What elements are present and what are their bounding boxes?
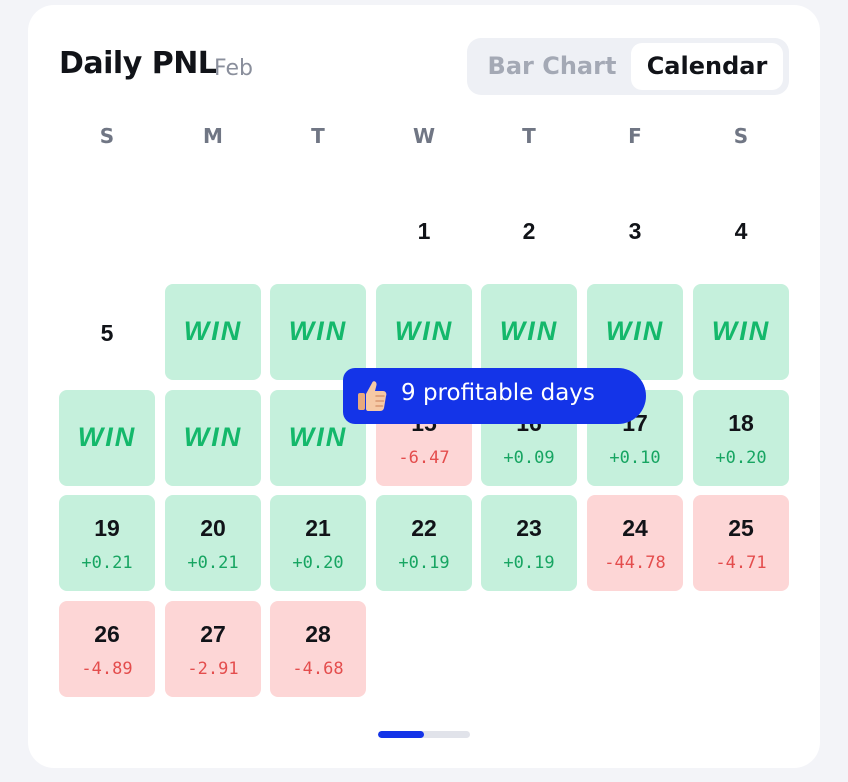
page-indicator-active bbox=[378, 731, 424, 738]
day-pnl-value: +0.10 bbox=[609, 448, 661, 468]
win-label: WIN bbox=[183, 422, 243, 452]
calendar-day-26[interactable]: 26 -4.89 bbox=[59, 601, 155, 697]
day-number: 18 bbox=[728, 410, 754, 436]
day-pnl-value: -44.78 bbox=[604, 553, 666, 573]
calendar-day-2[interactable]: 2 bbox=[481, 182, 577, 278]
calendar-day-4[interactable]: 4 bbox=[693, 182, 789, 278]
calendar-day-12[interactable]: WIN bbox=[59, 390, 155, 486]
weekday-label: T bbox=[522, 124, 536, 148]
calendar-day-11[interactable]: WIN bbox=[693, 284, 789, 380]
win-label: WIN bbox=[499, 316, 559, 346]
calendar-day-23[interactable]: 23 +0.19 bbox=[481, 495, 577, 591]
day-pnl-value: +0.21 bbox=[187, 553, 239, 573]
win-label: WIN bbox=[605, 316, 665, 346]
day-number: 19 bbox=[94, 515, 120, 541]
weekday-label: S bbox=[733, 124, 749, 148]
calendar-day-8[interactable]: WIN bbox=[376, 284, 472, 380]
day-number: 3 bbox=[628, 218, 642, 244]
calendar-day-3[interactable]: 3 bbox=[587, 182, 683, 278]
win-label: WIN bbox=[183, 316, 243, 346]
day-number: 26 bbox=[94, 621, 120, 647]
calendar-day-24[interactable]: 24 -44.78 bbox=[587, 495, 683, 591]
calendar-day-9[interactable]: WIN bbox=[481, 284, 577, 380]
weekday-label: F bbox=[628, 124, 642, 148]
day-number: 27 bbox=[200, 621, 226, 647]
weekday-label: W bbox=[412, 124, 436, 148]
profitable-days-tooltip: 9 profitable days bbox=[343, 368, 646, 424]
day-number: 24 bbox=[622, 515, 648, 541]
view-toggle: Bar Chart Calendar bbox=[467, 38, 789, 95]
day-pnl-value: +0.20 bbox=[715, 448, 767, 468]
calendar-day-25[interactable]: 25 -4.71 bbox=[693, 495, 789, 591]
calendar-day-6[interactable]: WIN bbox=[165, 284, 261, 380]
day-number: 28 bbox=[305, 621, 331, 647]
page-indicator[interactable] bbox=[378, 731, 470, 738]
day-pnl-value: -6.47 bbox=[398, 448, 450, 468]
day-number: 2 bbox=[522, 218, 536, 244]
calendar-day-1[interactable]: 1 bbox=[376, 182, 472, 278]
win-label: WIN bbox=[77, 422, 137, 452]
day-number: 5 bbox=[100, 320, 114, 346]
day-pnl-value: -4.68 bbox=[292, 659, 344, 679]
win-label: WIN bbox=[711, 316, 771, 346]
calendar-day-10[interactable]: WIN bbox=[587, 284, 683, 380]
day-pnl-value: +0.20 bbox=[292, 553, 344, 573]
calendar-day-27[interactable]: 27 -2.91 bbox=[165, 601, 261, 697]
calendar-day-22[interactable]: 22 +0.19 bbox=[376, 495, 472, 591]
bar-chart-tab[interactable]: Bar Chart bbox=[473, 43, 631, 90]
tooltip-text: 9 profitable days bbox=[401, 380, 595, 406]
day-number: 21 bbox=[305, 515, 331, 541]
weekday-label: S bbox=[99, 124, 115, 148]
calendar-tab[interactable]: Calendar bbox=[631, 43, 783, 90]
calendar-day-7[interactable]: WIN bbox=[270, 284, 366, 380]
win-label: WIN bbox=[288, 316, 348, 346]
day-number: 1 bbox=[417, 218, 431, 244]
day-number: 23 bbox=[516, 515, 542, 541]
calendar-day-20[interactable]: 20 +0.21 bbox=[165, 495, 261, 591]
weekday-label: T bbox=[311, 124, 325, 148]
calendar-day-21[interactable]: 21 +0.20 bbox=[270, 495, 366, 591]
day-number: 22 bbox=[411, 515, 437, 541]
thumbs-up-icon bbox=[358, 381, 387, 411]
day-pnl-value: -2.91 bbox=[187, 659, 239, 679]
day-pnl-value: +0.19 bbox=[398, 553, 450, 573]
weekday-label: M bbox=[203, 124, 223, 148]
month-label: Feb bbox=[214, 56, 253, 81]
calendar-day-19[interactable]: 19 +0.21 bbox=[59, 495, 155, 591]
day-pnl-value: -4.71 bbox=[715, 553, 767, 573]
win-label: WIN bbox=[394, 316, 454, 346]
day-pnl-value: +0.09 bbox=[503, 448, 555, 468]
calendar-day-13[interactable]: WIN bbox=[165, 390, 261, 486]
win-label: WIN bbox=[288, 422, 348, 452]
calendar-day-18[interactable]: 18 +0.20 bbox=[693, 390, 789, 486]
day-number: 20 bbox=[200, 515, 226, 541]
calendar-day-5[interactable]: 5 bbox=[59, 284, 155, 380]
page-title: Daily PNL bbox=[59, 46, 217, 81]
day-pnl-value: -4.89 bbox=[81, 659, 133, 679]
day-number: 4 bbox=[734, 218, 748, 244]
day-pnl-value: +0.19 bbox=[503, 553, 555, 573]
calendar-day-28[interactable]: 28 -4.68 bbox=[270, 601, 366, 697]
day-pnl-value: +0.21 bbox=[81, 553, 133, 573]
day-number: 25 bbox=[728, 515, 754, 541]
